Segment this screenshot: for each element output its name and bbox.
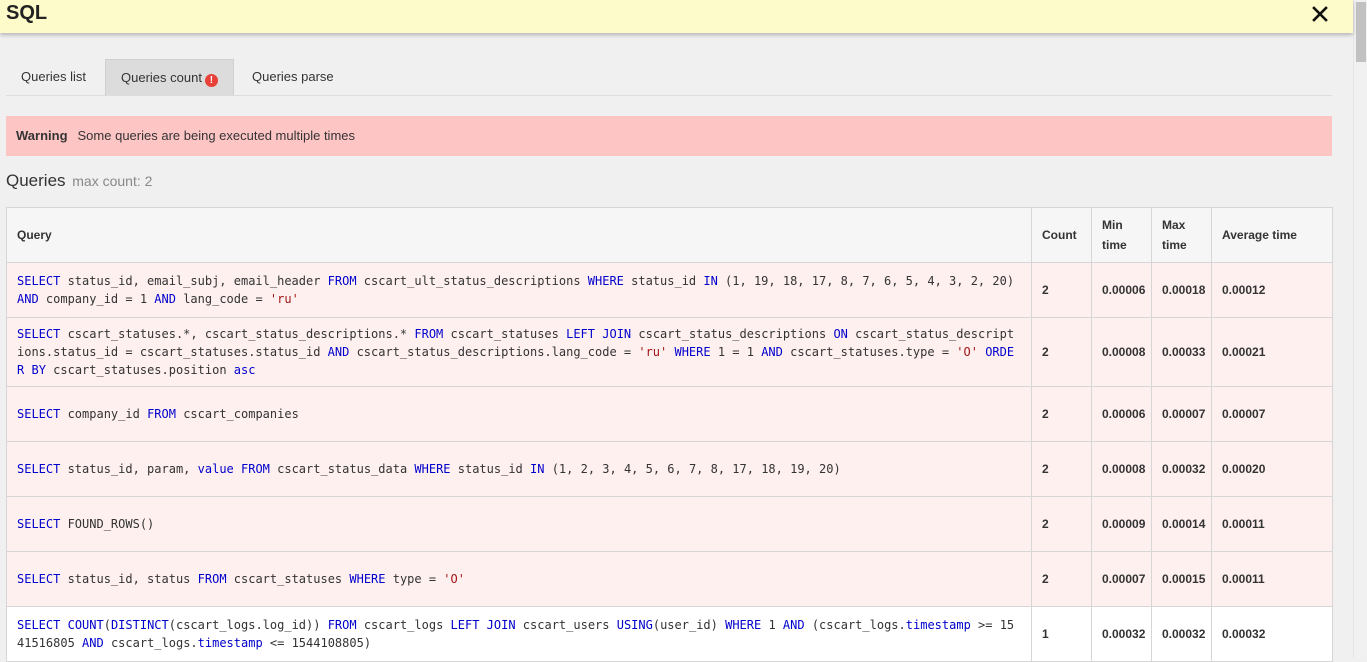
queries-heading: Queries max count: 2 bbox=[6, 170, 152, 192]
queries-table: Query Count Min time Max time Average ti… bbox=[6, 207, 1333, 662]
min-time-cell: 0.00008 bbox=[1091, 441, 1152, 497]
average-time-cell: 0.00032 bbox=[1211, 606, 1333, 662]
min-time-cell: 0.00006 bbox=[1091, 262, 1152, 318]
panel-header: SQL bbox=[0, 0, 1353, 33]
average-time-cell: 0.00007 bbox=[1211, 386, 1333, 442]
max-time-cell: 0.00033 bbox=[1151, 317, 1212, 387]
query-cell: SELECT status_id, status FROM cscart_sta… bbox=[6, 551, 1032, 607]
max-time-cell: 0.00015 bbox=[1151, 551, 1212, 607]
tab-queries-count[interactable]: Queries count! bbox=[105, 59, 234, 96]
table-header-row: Query Count Min time Max time Average ti… bbox=[6, 207, 1333, 263]
query-cell: SELECT status_id, email_subj, email_head… bbox=[6, 262, 1032, 318]
tab-queries-parse[interactable]: Queries parse bbox=[237, 59, 349, 96]
count-cell: 2 bbox=[1031, 496, 1092, 552]
max-time-cell: 0.00032 bbox=[1151, 606, 1212, 662]
min-time-cell: 0.00007 bbox=[1091, 551, 1152, 607]
table-row: SELECT cscart_statuses.*, cscart_status_… bbox=[6, 317, 1333, 387]
count-cell: 1 bbox=[1031, 606, 1092, 662]
col-header-average-time[interactable]: Average time bbox=[1211, 207, 1333, 263]
col-header-query[interactable]: Query bbox=[6, 207, 1032, 263]
max-time-cell: 0.00014 bbox=[1151, 496, 1212, 552]
average-time-cell: 0.00021 bbox=[1211, 317, 1333, 387]
table-row: SELECT company_id FROM cscart_companies 2… bbox=[6, 386, 1333, 442]
queries-title: Queries bbox=[6, 171, 66, 190]
max-time-cell: 0.00032 bbox=[1151, 441, 1212, 497]
average-time-cell: 0.00011 bbox=[1211, 496, 1333, 552]
tab-label: Queries count bbox=[121, 70, 202, 85]
table-row: SELECT COUNT(DISTINCT(cscart_logs.log_id… bbox=[6, 606, 1333, 662]
warning-banner: Warning Some queries are being executed m… bbox=[6, 116, 1332, 156]
min-time-cell: 0.00032 bbox=[1091, 606, 1152, 662]
tab-bar: Queries list Queries count! Queries pars… bbox=[6, 59, 1332, 96]
query-cell: SELECT company_id FROM cscart_companies bbox=[6, 386, 1032, 442]
min-time-cell: 0.00009 bbox=[1091, 496, 1152, 552]
vertical-scrollbar[interactable] bbox=[1353, 0, 1367, 658]
col-header-count[interactable]: Count bbox=[1031, 207, 1092, 263]
tab-queries-list[interactable]: Queries list bbox=[6, 59, 101, 96]
min-time-cell: 0.00008 bbox=[1091, 317, 1152, 387]
average-time-cell: 0.00012 bbox=[1211, 262, 1333, 318]
table-row: SELECT FOUND_ROWS() 2 0.00009 0.00014 0.0001… bbox=[6, 496, 1333, 552]
max-time-cell: 0.00018 bbox=[1151, 262, 1212, 318]
col-header-min-time[interactable]: Min time bbox=[1091, 207, 1152, 263]
col-header-max-time[interactable]: Max time bbox=[1151, 207, 1212, 263]
table-row: SELECT status_id, status FROM cscart_sta… bbox=[6, 551, 1333, 607]
count-cell: 2 bbox=[1031, 441, 1092, 497]
table-row: SELECT status_id, email_subj, email_head… bbox=[6, 262, 1333, 318]
average-time-cell: 0.00011 bbox=[1211, 551, 1333, 607]
max-time-cell: 0.00007 bbox=[1151, 386, 1212, 442]
tab-label: Queries parse bbox=[252, 69, 334, 84]
panel-title: SQL bbox=[6, 2, 48, 24]
table-row: SELECT status_id, param, value FROM csca… bbox=[6, 441, 1333, 497]
tab-label: Queries list bbox=[21, 69, 87, 84]
query-cell: SELECT FOUND_ROWS() bbox=[6, 496, 1032, 552]
count-cell: 2 bbox=[1031, 262, 1092, 318]
warning-text: Some queries are being executed multiple… bbox=[77, 128, 355, 143]
warning-label: Warning bbox=[16, 128, 68, 143]
query-cell: SELECT cscart_statuses.*, cscart_status_… bbox=[6, 317, 1032, 387]
queries-subtitle: max count: 2 bbox=[72, 173, 153, 189]
close-icon[interactable] bbox=[1310, 4, 1330, 24]
average-time-cell: 0.00020 bbox=[1211, 441, 1333, 497]
count-cell: 2 bbox=[1031, 317, 1092, 387]
scrollbar-thumb[interactable] bbox=[1356, 2, 1366, 62]
count-cell: 2 bbox=[1031, 551, 1092, 607]
query-cell: SELECT status_id, param, value FROM csca… bbox=[6, 441, 1032, 497]
query-cell: SELECT COUNT(DISTINCT(cscart_logs.log_id… bbox=[6, 606, 1032, 662]
count-cell: 2 bbox=[1031, 386, 1092, 442]
min-time-cell: 0.00006 bbox=[1091, 386, 1152, 442]
alert-badge-icon: ! bbox=[204, 74, 218, 87]
